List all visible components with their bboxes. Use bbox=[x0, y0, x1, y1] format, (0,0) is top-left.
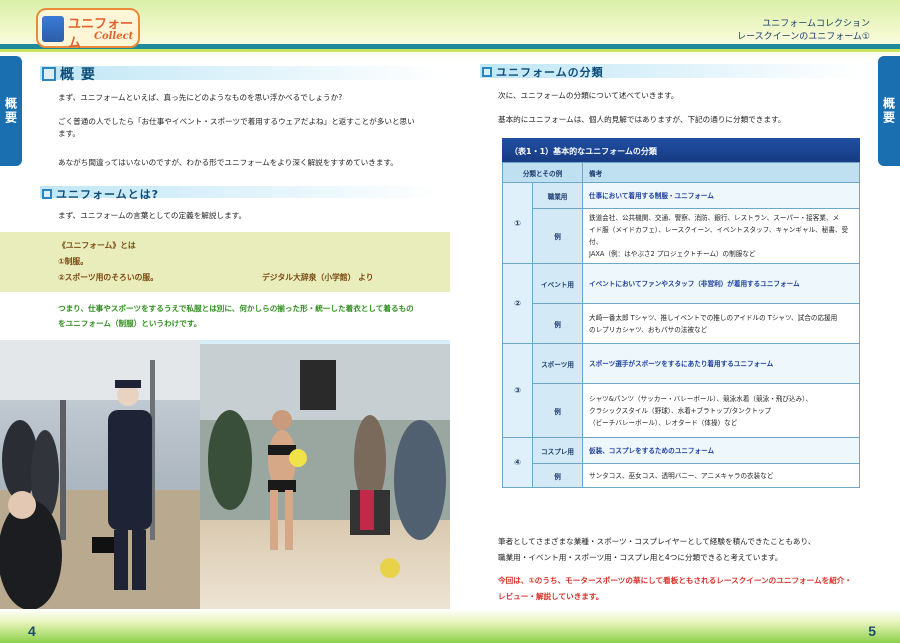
example-label: 例 bbox=[532, 383, 583, 438]
table-row-example: 例 サンタコス、巫女コス、透明バニー、アニメキャラの衣装など bbox=[503, 463, 860, 488]
bottom-band-right bbox=[450, 609, 900, 643]
row-category: スポーツ用 bbox=[532, 343, 583, 384]
page-number-right: 5 bbox=[868, 623, 876, 639]
closing-line-2: レビュー・解説していきます。 bbox=[498, 592, 604, 601]
example-line: のレプリカシャツ、おもパサの法被など bbox=[589, 325, 708, 334]
example-line: 大崎一番太郎 Tシャツ、推しイベントでの推しのアイドルの Tシャツ、試合の応援用 bbox=[589, 313, 838, 322]
logo-icon bbox=[42, 16, 64, 42]
intro-line-2: ごく普通の人でしたら「お仕事やイベント・スポーツで着用するウェアだよね」と返すこ… bbox=[58, 117, 415, 126]
example-line: イド服（メイドカフェ）、レースクイーン、イベントスタッフ、キャンギャル、秘書、受… bbox=[589, 226, 849, 246]
header-note: 備考 bbox=[582, 162, 860, 183]
row-category: コスプレ用 bbox=[532, 437, 583, 464]
intro-line-4: あながち間違ってはいないのですが、わかる形でユニフォームをより深く解説をすすめて… bbox=[58, 158, 398, 167]
subheading-text: ユニフォームとは? bbox=[56, 188, 160, 201]
conclusion-line-1: つまり、仕事やスポーツをするうえで私服とは別に、何かしらの揃った形・統一した着衣… bbox=[58, 304, 414, 313]
example-line: シャツ&パンツ（サッカー・バレーボール）、競泳水着（競泳・飛び込み）、 bbox=[589, 394, 813, 403]
outro-line-1: 筆者としてさまざまな業種・スポーツ・コスプレイヤーとして経験を積んできたこともあ… bbox=[498, 537, 816, 546]
header-category: 分類とその例 bbox=[502, 162, 583, 183]
intro-line-3: ます。 bbox=[58, 129, 81, 138]
row-examples: 大崎一番太郎 Tシャツ、推しイベントでの推しのアイドルの Tシャツ、試合の応援用… bbox=[582, 303, 860, 344]
logo: ユニフォーム Collect bbox=[36, 8, 140, 51]
row-examples: 鉄道会社、公共機関、交通、警察、消防、銀行、レストラン、スーパー・接客業、メ イ… bbox=[582, 208, 860, 264]
page-title: 概 要 bbox=[60, 67, 96, 83]
row-number: ④ bbox=[502, 437, 533, 488]
row-definition: イベントにおいてファンやスタッフ（非営利）が着用するユニフォーム bbox=[582, 263, 860, 304]
sub-intro: まず、ユニフォームの言葉としての定義を解説します。 bbox=[58, 211, 247, 220]
row-definition: 仕事において着用する制服・ユニフォーム bbox=[582, 182, 860, 209]
table-row: ③ スポーツ用 スポーツ選手がスポーツをするにあたり着用するユニフォーム bbox=[502, 343, 860, 438]
photo-collage bbox=[0, 340, 450, 615]
top-stripe-accent-right bbox=[450, 49, 900, 52]
example-line: サンタコス、巫女コス、透明バニー、アニメキャラの衣装など bbox=[589, 471, 774, 480]
table-grid: 分類とその例 備考 ① 職業用 仕事において着用する制服・ユニフォーム 例 鉄道… bbox=[502, 162, 860, 488]
example-line: （ビーチバレーボール）、レオタード（体操）など bbox=[589, 418, 738, 427]
bottom-band bbox=[0, 609, 450, 643]
example-label: 例 bbox=[532, 463, 583, 488]
row-category: 職業用 bbox=[532, 182, 583, 209]
side-tab-overview: 概要 bbox=[0, 56, 22, 166]
classification-table: （表1・1）基本的なユニフォームの分類 分類とその例 備考 ① 職業用 仕事にお… bbox=[502, 138, 860, 488]
table-header-row: 分類とその例 備考 bbox=[502, 162, 860, 183]
running-header-line-2: レースクイーンのユニフォーム① bbox=[737, 32, 870, 42]
closing-line-1: 今回は、①のうち、モータースポーツの華にして看板ともされるレースクイーンのユニフ… bbox=[498, 576, 852, 585]
running-header: ユニフォームコレクション レースクイーンのユニフォーム① bbox=[737, 18, 870, 44]
page-number-left: 4 bbox=[28, 623, 36, 639]
heading-square-icon bbox=[42, 67, 56, 81]
row-definition: スポーツ選手がスポーツをするにあたり着用するユニフォーム bbox=[582, 343, 860, 384]
outro-line-2: 職業用・イベント用・スポーツ用・コスプレ用と4つに分類できると考えています。 bbox=[498, 553, 783, 562]
example-line: クラシックスタイル（野球）、水着+ブラトップ/タンクトップ bbox=[589, 406, 772, 415]
table-row-example: 例 鉄道会社、公共機関、交通、警察、消防、銀行、レストラン、スーパー・接客業、メ… bbox=[503, 208, 860, 264]
heading-underline bbox=[40, 66, 440, 80]
left-page: ユニフォーム Collect 概要 概 要 まず、ユニフォームといえば、真っ先に… bbox=[0, 0, 450, 643]
photo-illustration bbox=[0, 340, 450, 615]
table-row: ④ コスプレ用 仮装、コスプレをするためのユニフォーム bbox=[502, 437, 860, 488]
subheading-square-icon bbox=[42, 189, 52, 199]
heading-square-icon-right bbox=[482, 67, 492, 77]
row-examples: サンタコス、巫女コス、透明バニー、アニメキャラの衣装など bbox=[582, 463, 860, 488]
definition-label: 《ユニフォーム》とは bbox=[58, 241, 136, 250]
conclusion-line-2: をユニフォーム（制服）というわけです。 bbox=[58, 319, 202, 328]
intro-line-1: まず、ユニフォームといえば、真っ先にどのようなものを思い浮かべるでしょうか? bbox=[58, 93, 343, 102]
logo-subtitle: Collect bbox=[94, 31, 134, 42]
example-line: 鉄道会社、公共機関、交通、警察、消防、銀行、レストラン、スーパー・接客業、メ bbox=[589, 214, 840, 222]
classification-title: ユニフォームの分類 bbox=[496, 66, 604, 79]
table-row: ① 職業用 仕事において着用する制服・ユニフォーム bbox=[502, 182, 860, 264]
definition-source: デジタル大辞泉（小学館） より bbox=[262, 273, 374, 282]
section-heading-right: ユニフォームの分類 bbox=[482, 64, 604, 80]
example-label: 例 bbox=[532, 303, 583, 344]
book-spread: ユニフォーム Collect 概要 概 要 まず、ユニフォームといえば、真っ先に… bbox=[0, 0, 900, 643]
subheading: ユニフォームとは? bbox=[42, 186, 159, 202]
row-number: ③ bbox=[502, 343, 533, 438]
definition-item-1: ①制服。 bbox=[58, 257, 88, 266]
classification-intro-2: 基本的にユニフォームは、個人的見解ではありますが、下記の通りに分類できます。 bbox=[498, 115, 786, 124]
table-caption: （表1・1）基本的なユニフォームの分類 bbox=[502, 138, 860, 162]
row-number: ② bbox=[502, 263, 533, 344]
row-examples: シャツ&パンツ（サッカー・バレーボール）、競泳水着（競泳・飛び込み）、 クラシッ… bbox=[582, 383, 860, 438]
example-line: JAXA（例：はやぶさ2 プロジェクトチーム）の制服など bbox=[589, 250, 756, 258]
row-number: ① bbox=[502, 182, 533, 264]
definition-item-2: ②スポーツ用のそろいの服。 bbox=[58, 273, 159, 282]
table-row: ② イベント用 イベントにおいてファンやスタッフ（非営利）が着用するユニフォーム bbox=[502, 263, 860, 344]
table-row-example: 例 シャツ&パンツ（サッカー・バレーボール）、競泳水着（競泳・飛び込み）、 クラ… bbox=[503, 383, 860, 438]
section-heading: 概 要 bbox=[42, 64, 96, 84]
table-row-example: 例 大崎一番太郎 Tシャツ、推しイベントでの推しのアイドルの Tシャツ、試合の応… bbox=[503, 303, 860, 344]
classification-intro-1: 次に、ユニフォームの分類について述べていきます。 bbox=[498, 91, 679, 100]
row-definition: 仮装、コスプレをするためのユニフォーム bbox=[582, 437, 860, 464]
running-header-line-1: ユニフォームコレクション bbox=[762, 19, 870, 29]
example-label: 例 bbox=[532, 208, 583, 264]
side-tab-overview-right: 概要 bbox=[878, 56, 900, 166]
row-category: イベント用 bbox=[532, 263, 583, 304]
